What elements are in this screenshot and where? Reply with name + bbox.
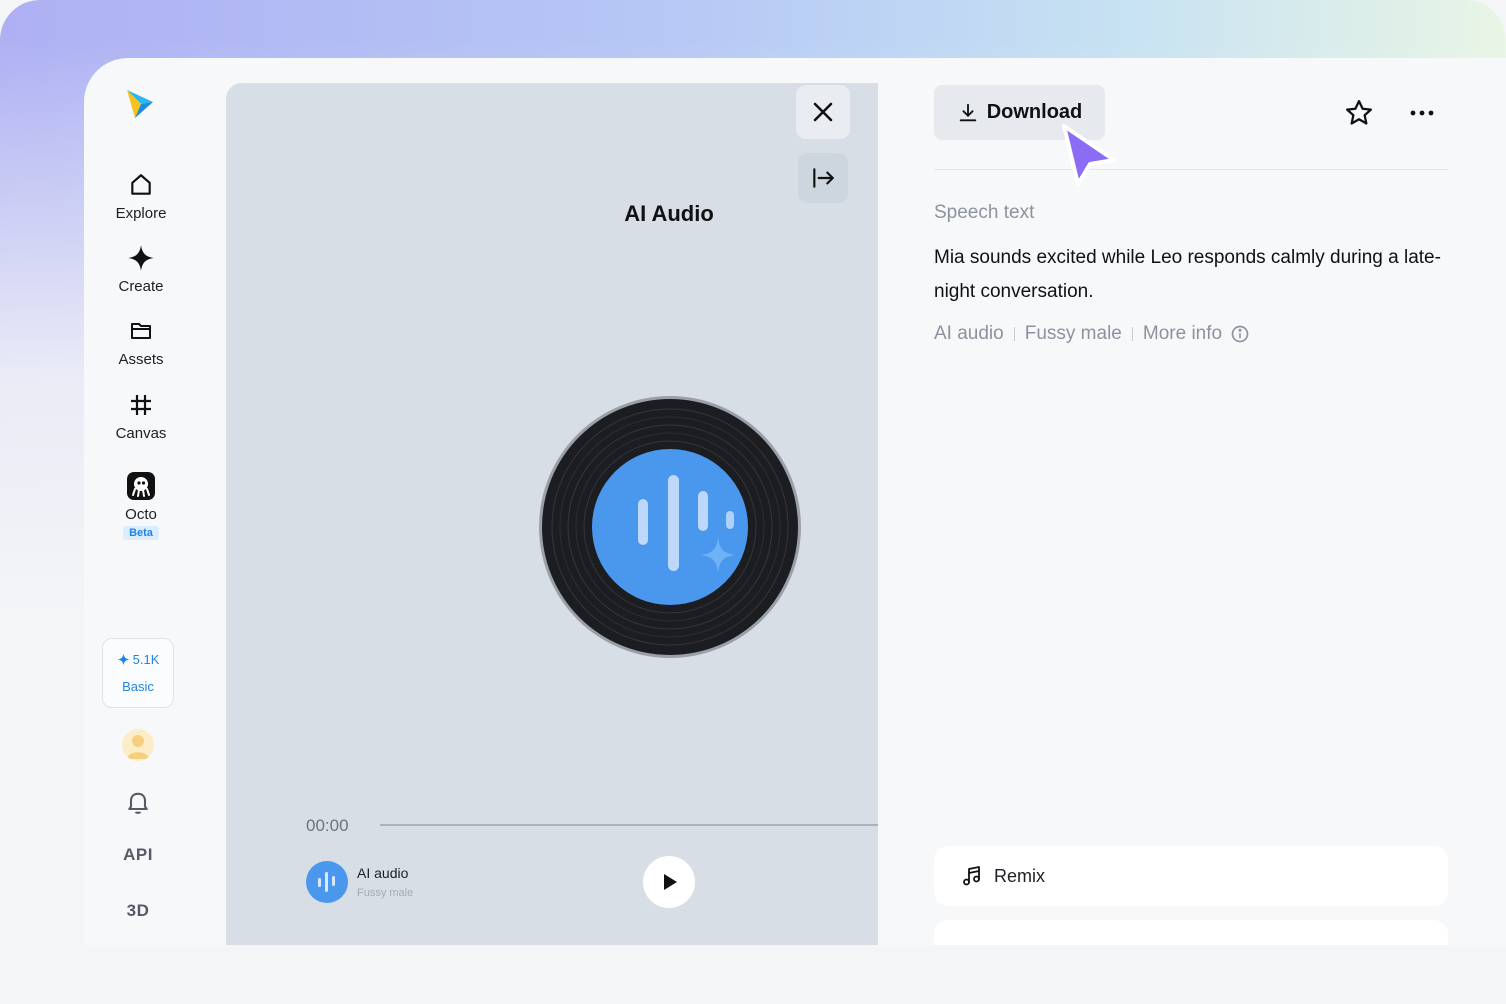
credits-value: 5.1K bbox=[132, 652, 160, 667]
progress-bar[interactable] bbox=[380, 824, 878, 826]
sidebar-item-label: Create bbox=[118, 278, 164, 295]
sidebar-item-assets[interactable]: Assets bbox=[98, 316, 184, 380]
sidebar-item-label: Canvas bbox=[115, 425, 167, 442]
vinyl-record-artwork bbox=[539, 396, 801, 658]
octo-icon bbox=[126, 471, 156, 501]
sparkle-icon bbox=[126, 243, 156, 273]
beta-badge: Beta bbox=[123, 526, 159, 540]
speech-text: Mia sounds excited while Leo responds ca… bbox=[934, 247, 1441, 302]
bell-icon[interactable] bbox=[124, 788, 152, 816]
credits-sparkle-icon bbox=[117, 653, 130, 666]
audio-player-panel: AI Audio 00:00 AI audio Fussy male bbox=[226, 83, 878, 945]
plan-label: Basic bbox=[122, 679, 154, 694]
track-title: AI audio bbox=[357, 865, 409, 881]
credits-amount: 5.1K bbox=[117, 652, 160, 667]
sidebar-item-canvas[interactable]: Canvas bbox=[98, 390, 184, 454]
header-divider bbox=[934, 169, 1448, 170]
close-button[interactable] bbox=[796, 85, 850, 139]
play-button[interactable] bbox=[643, 856, 695, 908]
more-options-icon[interactable] bbox=[1408, 100, 1436, 126]
sidebar-item-create[interactable]: Create bbox=[98, 243, 184, 307]
audio-wave-icon bbox=[318, 872, 335, 892]
folder-icon bbox=[126, 316, 156, 346]
api-link[interactable]: API bbox=[110, 845, 166, 865]
home-icon bbox=[126, 170, 156, 200]
arrow-right-bar-icon bbox=[813, 168, 834, 188]
more-info-link[interactable]: More info bbox=[1143, 323, 1250, 345]
tag-voice: Fussy male bbox=[1024, 323, 1122, 344]
star-icon[interactable] bbox=[1344, 98, 1374, 128]
secondary-actions-card[interactable] bbox=[934, 920, 1448, 945]
close-icon bbox=[813, 102, 833, 122]
play-icon bbox=[664, 874, 677, 890]
more-info-label: More info bbox=[1142, 323, 1223, 344]
track-info: AI audio Fussy male bbox=[306, 861, 413, 903]
sidebar-item-explore[interactable]: Explore bbox=[98, 170, 184, 234]
details-panel: Download Speech text Mia sounds excited … bbox=[934, 58, 1450, 945]
avatar[interactable] bbox=[122, 729, 154, 761]
download-icon bbox=[959, 103, 976, 121]
speech-text-label: Speech text bbox=[934, 202, 1035, 223]
sidebar-item-label: Assets bbox=[118, 351, 164, 368]
tag-type: AI audio bbox=[934, 323, 1004, 344]
app-logo[interactable] bbox=[119, 82, 159, 122]
remix-label: Remix bbox=[994, 865, 1046, 886]
tag-separator bbox=[1131, 327, 1133, 341]
track-subtitle: Fussy male bbox=[357, 887, 414, 899]
meta-tags: AI audio Fussy male More info bbox=[934, 323, 1250, 345]
sidebar-item-octo[interactable]: Octo Beta bbox=[98, 471, 184, 551]
sidebar-item-label: Explore bbox=[115, 205, 167, 222]
app-window: Explore Create Assets Canvas Octo Beta 5… bbox=[84, 58, 1506, 945]
download-label: Download bbox=[986, 101, 1083, 123]
credits-card[interactable]: 5.1K Basic bbox=[102, 638, 174, 708]
download-button[interactable]: Download bbox=[934, 85, 1105, 140]
playback-time: 00:00 bbox=[306, 816, 349, 835]
3d-link[interactable]: 3D bbox=[110, 901, 166, 921]
info-icon bbox=[1231, 325, 1249, 343]
sidebar: Explore Create Assets Canvas Octo Beta 5… bbox=[84, 58, 196, 945]
tag-separator bbox=[1013, 327, 1015, 341]
track-thumbnail bbox=[306, 861, 348, 903]
sidebar-item-label: Octo bbox=[125, 506, 157, 523]
remix-button[interactable]: Remix bbox=[934, 846, 1448, 906]
collapse-panel-button[interactable] bbox=[798, 153, 848, 203]
music-note-icon bbox=[963, 866, 980, 886]
canvas-grid-icon bbox=[126, 390, 156, 420]
